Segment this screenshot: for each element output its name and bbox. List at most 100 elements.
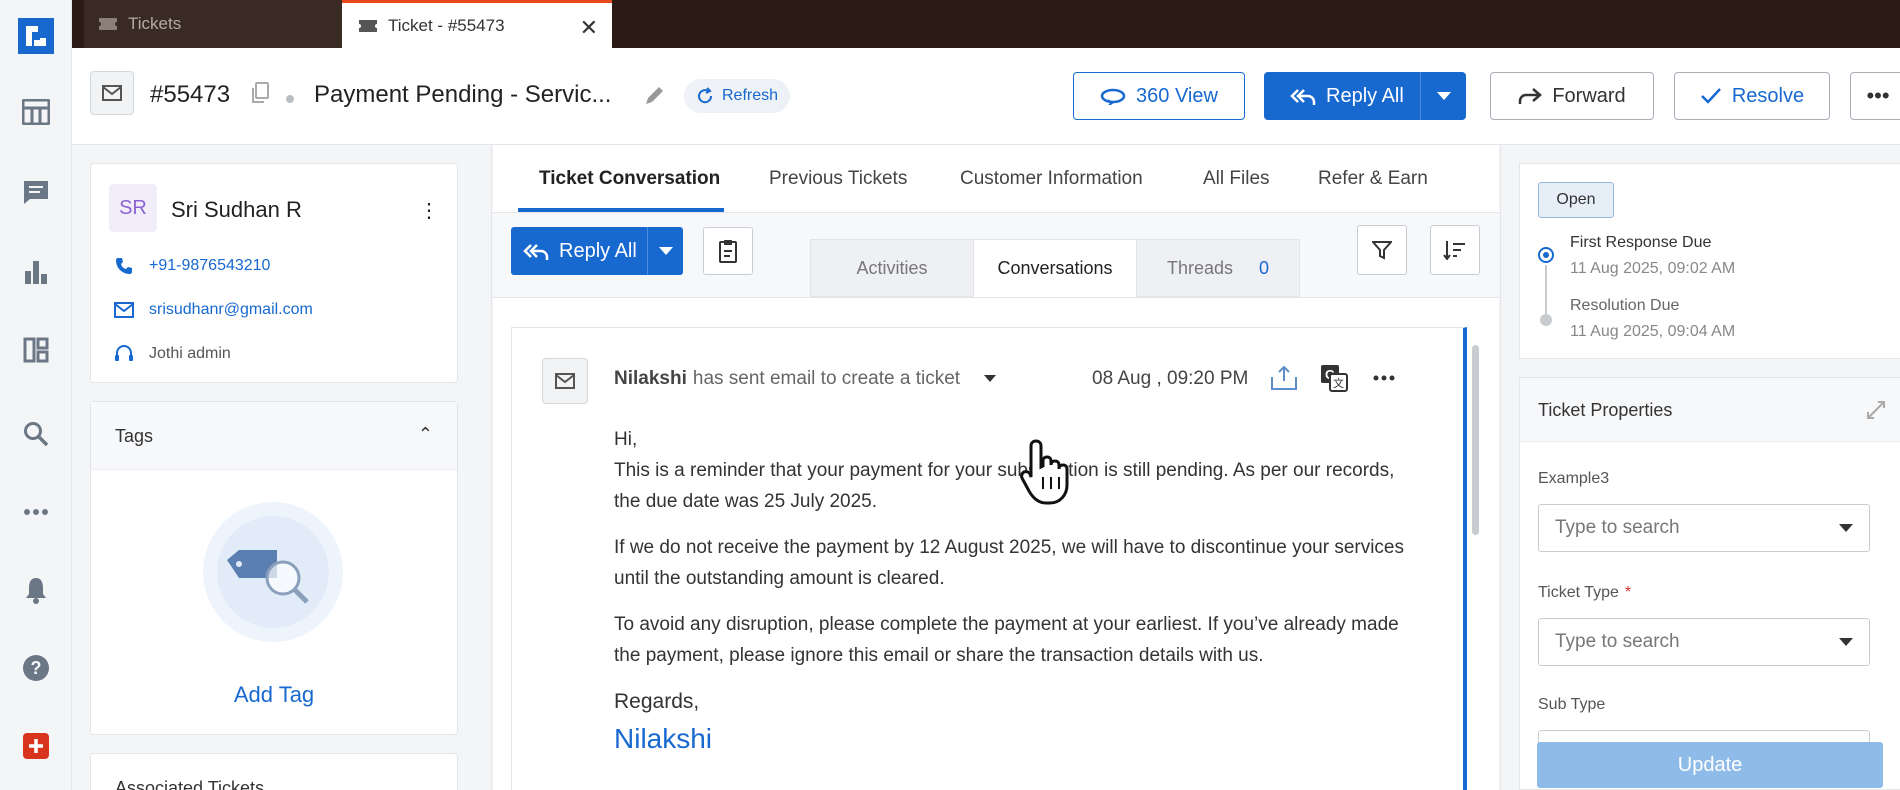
forward-arrow-icon bbox=[1519, 88, 1543, 104]
expand-icon[interactable] bbox=[1866, 400, 1886, 420]
email-sender: Nilakshi bbox=[614, 368, 687, 389]
tags-title: Tags bbox=[115, 426, 154, 446]
rotate-360-icon bbox=[1100, 88, 1126, 105]
field-example3-placeholder: Type to search bbox=[1555, 517, 1680, 538]
email-signature: Nilakshi bbox=[614, 723, 713, 754]
headset-icon bbox=[113, 344, 135, 364]
left-contact-panel: SR Sri Sudhan R ⋮ +91-9876543210 srisudh… bbox=[72, 145, 492, 790]
close-tab-icon[interactable]: ✕ bbox=[580, 15, 598, 41]
status-badge[interactable]: Open bbox=[1538, 182, 1614, 218]
reports-icon[interactable] bbox=[20, 256, 52, 288]
refresh-button[interactable]: Refresh bbox=[684, 79, 791, 113]
view-360-label: 360 View bbox=[1136, 84, 1218, 107]
refresh-label: Refresh bbox=[722, 87, 779, 104]
caret-down-icon[interactable] bbox=[984, 375, 997, 383]
scrollbar-thumb[interactable] bbox=[1472, 345, 1479, 535]
copy-icon[interactable] bbox=[250, 82, 270, 104]
more-actions-button[interactable]: ••• bbox=[1850, 72, 1900, 120]
help-icon[interactable]: ? bbox=[20, 652, 52, 684]
properties-title: Ticket Properties bbox=[1538, 400, 1673, 420]
field-ticket-type-select[interactable]: Type to search bbox=[1538, 618, 1870, 666]
contact-email[interactable]: srisudhanr@gmail.com bbox=[149, 301, 313, 319]
required-asterisk: * bbox=[1624, 584, 1632, 601]
resolve-label: Resolve bbox=[1731, 84, 1805, 107]
caret-down-icon bbox=[1436, 92, 1451, 100]
tab-all-files[interactable]: All Files bbox=[1203, 168, 1270, 190]
tickets-table-icon[interactable] bbox=[20, 96, 52, 128]
create-new-icon[interactable] bbox=[20, 730, 52, 762]
svg-text:文: 文 bbox=[1333, 376, 1344, 390]
translate-icon[interactable]: G文 bbox=[1318, 362, 1350, 394]
reply-all-compose-button[interactable]: Reply All bbox=[511, 227, 683, 275]
contact-email-row[interactable]: srisudhanr@gmail.com bbox=[113, 300, 313, 320]
clipboard-icon bbox=[719, 240, 737, 263]
edit-pencil-icon[interactable] bbox=[642, 84, 666, 108]
reply-all-button[interactable]: Reply All bbox=[1264, 72, 1466, 120]
ticket-icon bbox=[359, 19, 377, 32]
reply-all-compose-label: Reply All bbox=[559, 240, 637, 262]
tab-customer-information[interactable]: Customer Information bbox=[960, 168, 1143, 190]
email-datetime: 08 Aug , 09:20 PM bbox=[1092, 368, 1249, 389]
tab-ticket-conversation[interactable]: Ticket Conversation bbox=[539, 168, 720, 190]
field-example3-select[interactable]: Type to search bbox=[1538, 504, 1870, 552]
field-sub-type-label: Sub Type bbox=[1538, 696, 1606, 713]
mail-channel-icon bbox=[90, 71, 134, 115]
tab-previous-tickets[interactable]: Previous Tickets bbox=[769, 168, 907, 190]
ticket-id: #55473 bbox=[150, 81, 231, 108]
dashboard-icon[interactable] bbox=[20, 334, 52, 366]
segment-activities[interactable]: Activities bbox=[810, 239, 974, 297]
reply-options-dropdown[interactable] bbox=[1420, 72, 1466, 120]
tag-search-illustration-icon bbox=[203, 502, 343, 642]
segment-conversations[interactable]: Conversations bbox=[973, 239, 1137, 297]
email-icon bbox=[542, 358, 588, 404]
tab-refer-earn[interactable]: Refer & Earn bbox=[1318, 168, 1428, 190]
sort-button[interactable] bbox=[1430, 225, 1480, 275]
first-response-time: 11 Aug 2025, 09:02 AM bbox=[1570, 260, 1736, 277]
chevron-up-icon[interactable]: ⌃ bbox=[418, 424, 433, 445]
app-logo-icon[interactable] bbox=[18, 18, 54, 54]
view-360-button[interactable]: 360 View bbox=[1073, 72, 1245, 120]
compose-options-dropdown[interactable] bbox=[647, 227, 683, 275]
search-icon[interactable] bbox=[20, 418, 52, 450]
properties-header: Ticket Properties bbox=[1520, 378, 1900, 442]
segment-threads[interactable]: Threads 0 bbox=[1136, 239, 1300, 297]
clipboard-button[interactable] bbox=[703, 227, 753, 275]
ticket-tab-strip: Tickets Ticket - #55473 ✕ bbox=[72, 0, 1900, 48]
contact-phone[interactable]: +91-9876543210 bbox=[149, 257, 270, 275]
message-more-icon[interactable] bbox=[1368, 362, 1400, 394]
resolve-button[interactable]: Resolve bbox=[1674, 72, 1830, 120]
notifications-bell-icon[interactable] bbox=[20, 574, 52, 606]
avatar: SR bbox=[109, 184, 157, 232]
more-apps-icon[interactable] bbox=[20, 496, 52, 528]
tab-ticket-55473[interactable]: Ticket - #55473 ✕ bbox=[342, 0, 612, 48]
associated-tickets-title: Associated Tickets bbox=[115, 778, 265, 790]
conversation-scrollbar[interactable] bbox=[1470, 327, 1480, 790]
update-button[interactable]: Update bbox=[1537, 742, 1883, 788]
associated-tickets-card[interactable]: Associated Tickets bbox=[90, 753, 458, 790]
conversation-toolbar: Reply All Activities Conversations Threa… bbox=[493, 213, 1499, 298]
field-ticket-type-placeholder: Type to search bbox=[1555, 631, 1680, 652]
tab-tickets-label: Tickets bbox=[128, 14, 182, 33]
checkmark-icon bbox=[1700, 88, 1721, 104]
svg-text:?: ? bbox=[31, 658, 42, 678]
filter-button[interactable] bbox=[1357, 225, 1407, 275]
add-tag-link[interactable]: Add Tag bbox=[91, 682, 457, 708]
timeline-active-dot bbox=[1538, 247, 1554, 263]
forward-button[interactable]: Forward bbox=[1490, 72, 1654, 120]
right-properties-panel: Open First Response Due 11 Aug 2025, 09:… bbox=[1500, 145, 1900, 790]
tags-header[interactable]: Tags ⌃ bbox=[91, 402, 457, 470]
email-action-text: has sent email to create a ticket bbox=[692, 368, 961, 389]
timeline-dot bbox=[1540, 314, 1552, 326]
email-regards: Regards, bbox=[614, 690, 700, 713]
contact-phone-row[interactable]: +91-9876543210 bbox=[113, 256, 270, 276]
contact-menu-icon[interactable]: ⋮ bbox=[419, 198, 439, 223]
ticket-subject: Payment Pending - Servic... bbox=[314, 81, 612, 108]
export-icon[interactable] bbox=[1268, 362, 1300, 394]
chat-icon[interactable] bbox=[20, 176, 52, 208]
left-nav-rail: ? bbox=[0, 0, 72, 790]
contact-name[interactable]: Sri Sudhan R bbox=[171, 197, 302, 223]
contact-card: SR Sri Sudhan R ⋮ +91-9876543210 srisudh… bbox=[90, 163, 458, 383]
assigned-agent: Jothi admin bbox=[149, 345, 231, 362]
resolution-time: 11 Aug 2025, 09:04 AM bbox=[1570, 323, 1736, 340]
email-header: Nilakshi has sent email to create a tick… bbox=[614, 368, 997, 390]
